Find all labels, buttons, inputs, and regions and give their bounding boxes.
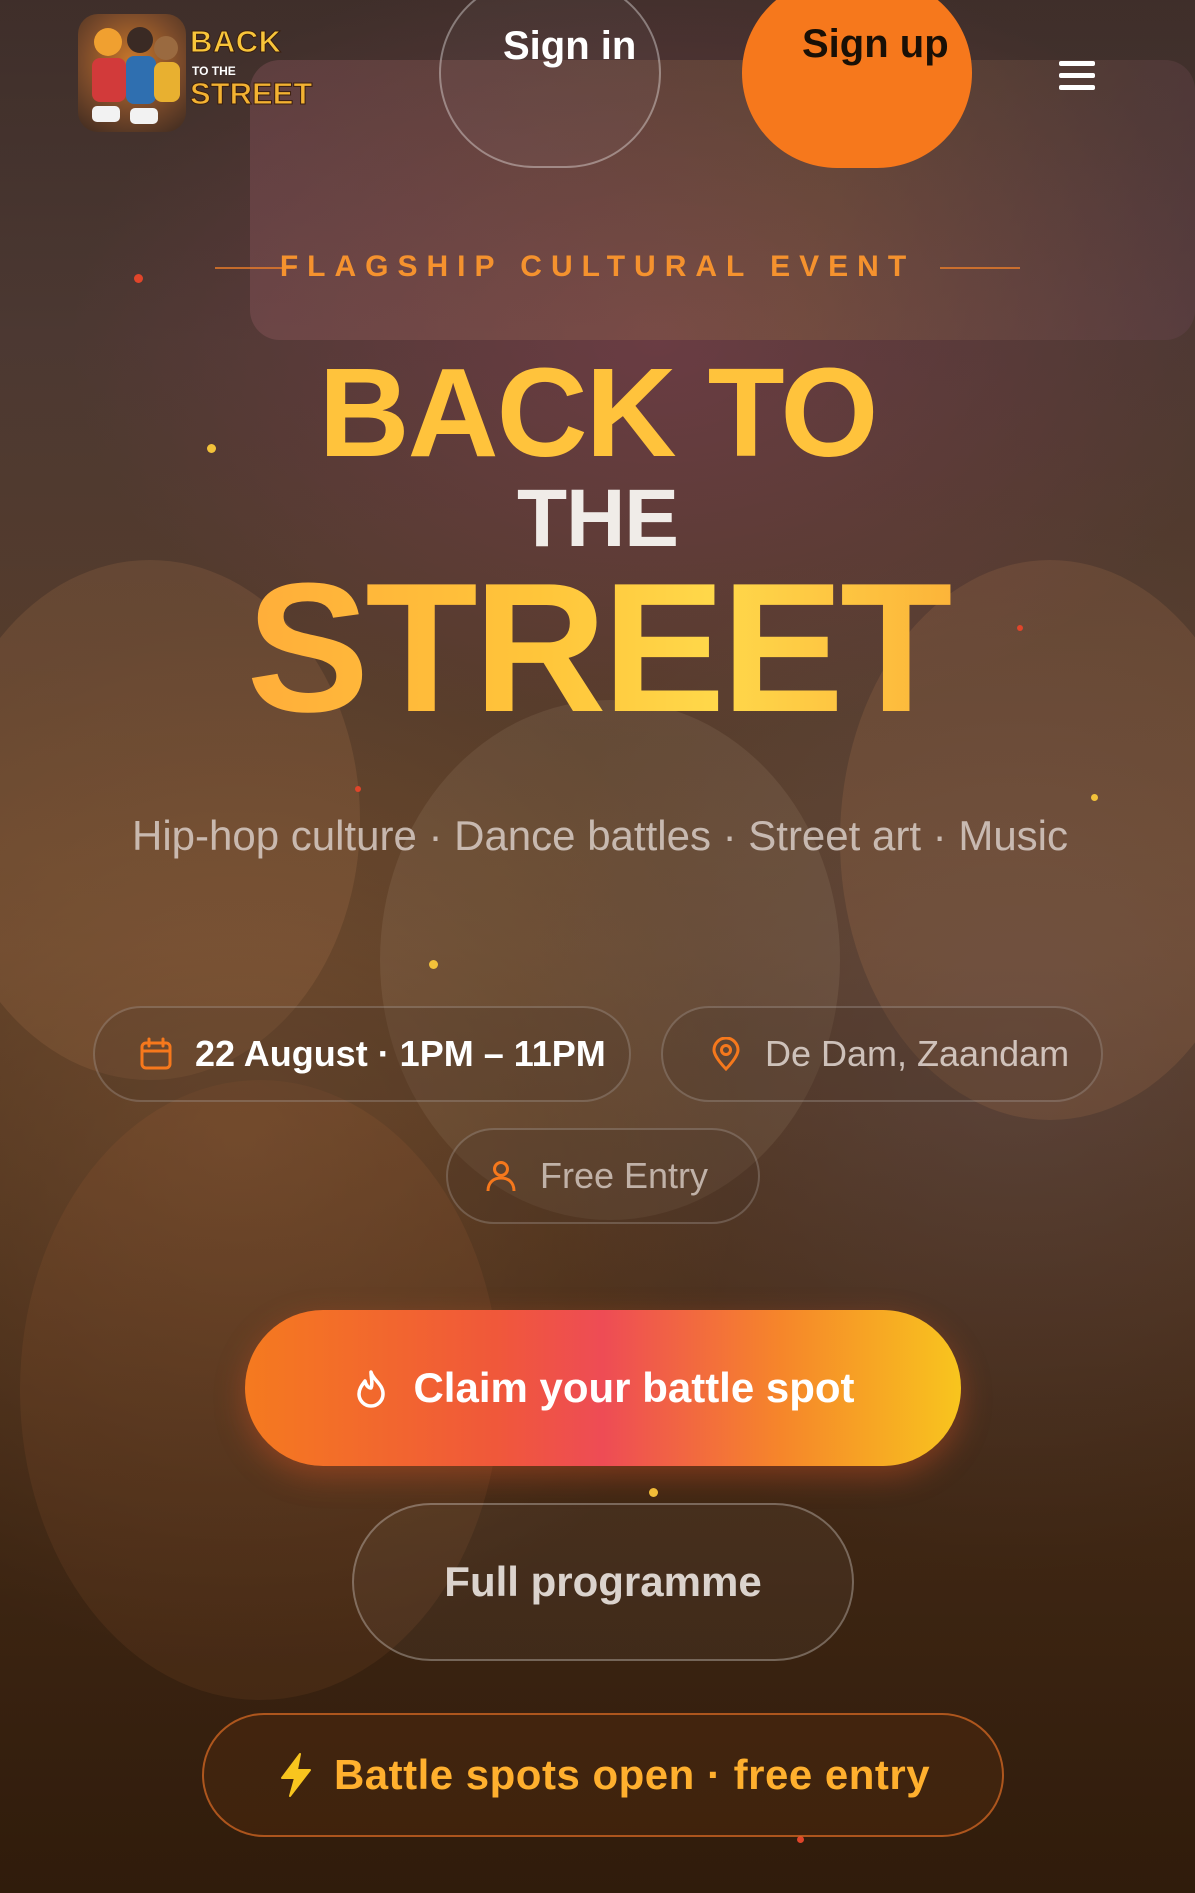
user-icon	[486, 1161, 516, 1192]
site-logo[interactable]: BACK TO THE STREET	[78, 10, 313, 135]
decorative-dot	[1091, 794, 1098, 801]
logo-text-back: BACK	[190, 24, 282, 60]
claim-battle-spot-label: Claim your battle spot	[413, 1364, 855, 1411]
logo-illustration	[78, 14, 186, 132]
date-pill: 22 August · 1PM – 11PM	[93, 1006, 631, 1102]
decorative-dot	[429, 960, 438, 969]
event-entry: Free Entry	[540, 1155, 709, 1196]
battle-spots-badge: Battle spots open · free entry	[202, 1713, 1004, 1837]
decorative-dot	[355, 786, 361, 792]
map-pin-icon	[712, 1037, 740, 1071]
decorative-dot	[649, 1488, 658, 1497]
lightning-icon	[280, 1753, 311, 1797]
entry-pill: Free Entry	[446, 1128, 760, 1224]
battle-spots-label: Battle spots open · free entry	[333, 1751, 931, 1798]
sign-in-button[interactable]: Sign in	[439, 0, 661, 168]
location-pill: De Dam, Zaandam	[661, 1006, 1103, 1102]
full-programme-label: Full programme	[444, 1558, 762, 1605]
full-programme-button[interactable]: Full programme	[352, 1503, 854, 1661]
hero-title-line3: STREET	[0, 555, 1195, 739]
logo-text-street: STREET	[189, 76, 313, 112]
hero-subtitle: Hip-hop culture · Dance battles · Street…	[131, 812, 1069, 859]
event-eyebrow: FLAGSHIP CULTURAL EVENT	[279, 250, 916, 283]
sign-up-button[interactable]: Sign up	[742, 0, 972, 168]
flame-icon	[357, 1370, 386, 1408]
logo-figures-icon	[92, 27, 180, 124]
event-date: 22 August · 1PM – 11PM	[195, 1033, 606, 1074]
decorative-dot	[797, 1836, 804, 1843]
event-location: De Dam, Zaandam	[765, 1033, 1070, 1074]
claim-battle-spot-button[interactable]: Claim your battle spot	[245, 1310, 961, 1466]
calendar-icon	[140, 1037, 172, 1070]
hero-title-line1: BACK TO	[318, 342, 879, 483]
hamburger-menu-icon[interactable]	[1059, 58, 1095, 94]
eyebrow-row: FLAGSHIP CULTURAL EVENT	[0, 244, 1195, 290]
